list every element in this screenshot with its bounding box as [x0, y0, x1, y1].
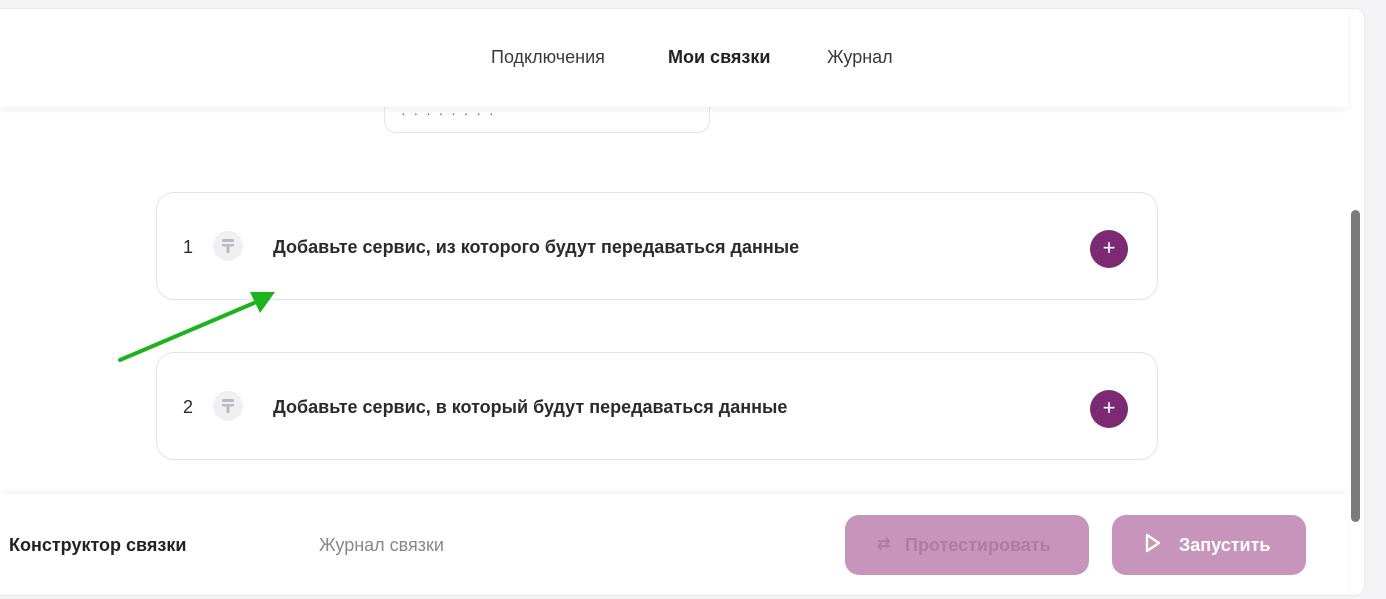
test-button-label: Протестировать	[905, 535, 1051, 555]
app-window: Подключения Мои связки Журнал · · · · · …	[0, 8, 1365, 596]
step-card-source[interactable]: 1 Добавьте сервис, из которого будут пер…	[156, 192, 1158, 300]
bottom-toolbar: Конструктор связки Журнал связки ⇄ Проте…	[0, 494, 1348, 595]
tab-bundle-builder[interactable]: Конструктор связки	[9, 535, 186, 556]
step-number: 2	[183, 397, 194, 417]
tab-connections[interactable]: Подключения	[491, 47, 605, 68]
service-placeholder-icon	[213, 391, 243, 421]
tab-bundle-log[interactable]: Журнал связки	[319, 535, 444, 556]
step-number: 1	[183, 237, 194, 257]
play-icon	[1144, 533, 1162, 558]
swap-icon: ⇄	[877, 536, 891, 553]
tab-journal[interactable]: Журнал	[827, 47, 893, 68]
step-title: Добавьте сервис, из которого будут перед…	[273, 237, 800, 257]
tab-my-bundles[interactable]: Мои связки	[668, 47, 770, 68]
step-card-destination[interactable]: 2 Добавьте сервис, в который будут перед…	[156, 352, 1158, 460]
run-button-label: Запустить	[1179, 535, 1271, 555]
test-button[interactable]: ⇄ Протестировать	[845, 515, 1089, 575]
top-navigation: Подключения Мои связки Журнал	[0, 9, 1348, 107]
plus-icon: +	[1102, 395, 1116, 420]
run-button[interactable]: Запустить	[1112, 515, 1306, 575]
service-placeholder-icon	[213, 231, 243, 261]
plus-icon: +	[1102, 235, 1116, 260]
add-service-button[interactable]: +	[1090, 390, 1128, 428]
add-service-button[interactable]: +	[1090, 230, 1128, 268]
vertical-scrollbar[interactable]	[1351, 210, 1360, 522]
hidden-field-fragment: · · · · · · · ·	[401, 105, 496, 121]
step-title: Добавьте сервис, в который будут передав…	[273, 397, 788, 417]
